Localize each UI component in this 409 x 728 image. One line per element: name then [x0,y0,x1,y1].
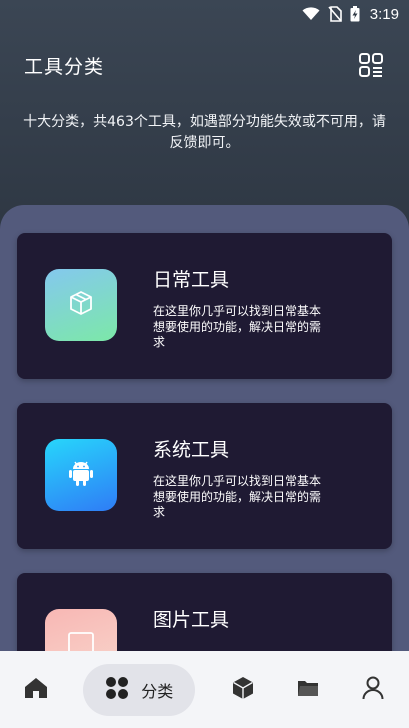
user-icon [362,676,384,704]
nav-tools[interactable] [225,672,261,708]
category-icon [105,676,129,704]
card-title: 图片工具 [153,609,230,631]
box-icon [232,676,254,704]
status-bar: 3:19 [0,0,409,28]
category-card-daily[interactable]: 日常工具 在这里你几乎可以找到日常基本想要使用的功能，解决日常的需求 [17,233,392,379]
grid-list-icon[interactable] [357,51,385,79]
card-description: 在这里你几乎可以找到日常基本想要使用的功能，解决日常的需求 [153,304,322,349]
card-description: 在这里你几乎可以找到日常基本想要使用的功能，解决日常的需求 [153,474,322,519]
category-summary: 十大分类，共463个工具，如遇部分功能失效或不可用，请反馈即可。 [23,114,386,151]
card-title: 系统工具 [153,439,230,461]
nav-profile[interactable] [355,672,391,708]
header: 工具分类 [24,50,385,80]
category-panel: 日常工具 在这里你几乎可以找到日常基本想要使用的功能，解决日常的需求 系统工具 … [0,205,409,728]
android-icon [68,459,94,491]
folder-icon [297,679,319,701]
battery-charging-icon [350,6,360,22]
nav-home[interactable] [18,672,54,708]
card-icon-bg [45,269,117,341]
status-time: 3:19 [369,5,399,23]
card-icon-bg [45,439,117,511]
bottom-nav: 分类 [0,651,409,728]
wifi-icon [302,7,320,21]
home-icon [24,677,48,703]
no-sim-icon [328,6,342,22]
cube-icon [68,290,94,320]
nav-files[interactable] [290,672,326,708]
card-title: 日常工具 [153,269,230,291]
page-title: 工具分类 [24,55,105,78]
nav-category-label: 分类 [141,681,174,701]
nav-category[interactable]: 分类 [83,663,196,716]
category-card-system[interactable]: 系统工具 在这里你几乎可以找到日常基本想要使用的功能，解决日常的需求 [17,403,392,549]
